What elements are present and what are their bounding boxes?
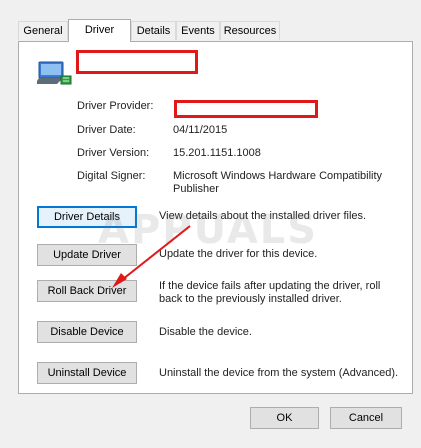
network-adapter-icon: [37, 61, 72, 85]
uninstall-device-button[interactable]: Uninstall Device: [37, 362, 137, 384]
driver-details-desc: View details about the installed driver …: [159, 210, 367, 222]
roll-back-driver-button[interactable]: Roll Back Driver: [37, 280, 137, 302]
driver-date-label: Driver Date:: [77, 124, 136, 136]
tab-bar: General Driver Details Events Resources: [18, 19, 413, 42]
disable-device-button[interactable]: Disable Device: [37, 321, 137, 343]
driver-version-value: 15.201.1151.1008: [173, 147, 261, 159]
device-properties-dialog: General Driver Details Events Resources …: [0, 0, 421, 448]
tab-driver[interactable]: Driver: [68, 19, 131, 42]
driver-date-value: 04/11/2015: [173, 124, 228, 136]
tab-resources[interactable]: Resources: [220, 21, 280, 40]
cancel-button[interactable]: Cancel: [330, 407, 402, 429]
redacted-provider-value: [174, 100, 318, 118]
driver-version-label: Driver Version:: [77, 147, 150, 159]
driver-provider-label: Driver Provider:: [77, 100, 154, 112]
update-driver-desc: Update the driver for this device.: [159, 248, 318, 260]
driver-details-button[interactable]: Driver Details: [37, 206, 137, 228]
driver-tab-panel: Driver Provider: Driver Date: 04/11/2015…: [18, 41, 413, 394]
digital-signer-value: Microsoft Windows Hardware Compatibility…: [173, 170, 383, 195]
update-driver-button[interactable]: Update Driver: [37, 244, 137, 266]
tab-details[interactable]: Details: [131, 21, 176, 40]
tab-events[interactable]: Events: [176, 21, 220, 40]
digital-signer-label: Digital Signer:: [77, 170, 146, 182]
redacted-device-name: [76, 50, 198, 74]
uninstall-device-desc: Uninstall the device from the system (Ad…: [159, 367, 399, 379]
tab-general[interactable]: General: [18, 21, 68, 40]
ok-button[interactable]: OK: [250, 407, 319, 429]
roll-back-driver-desc: If the device fails after updating the d…: [159, 280, 381, 305]
disable-device-desc: Disable the device.: [159, 326, 252, 338]
